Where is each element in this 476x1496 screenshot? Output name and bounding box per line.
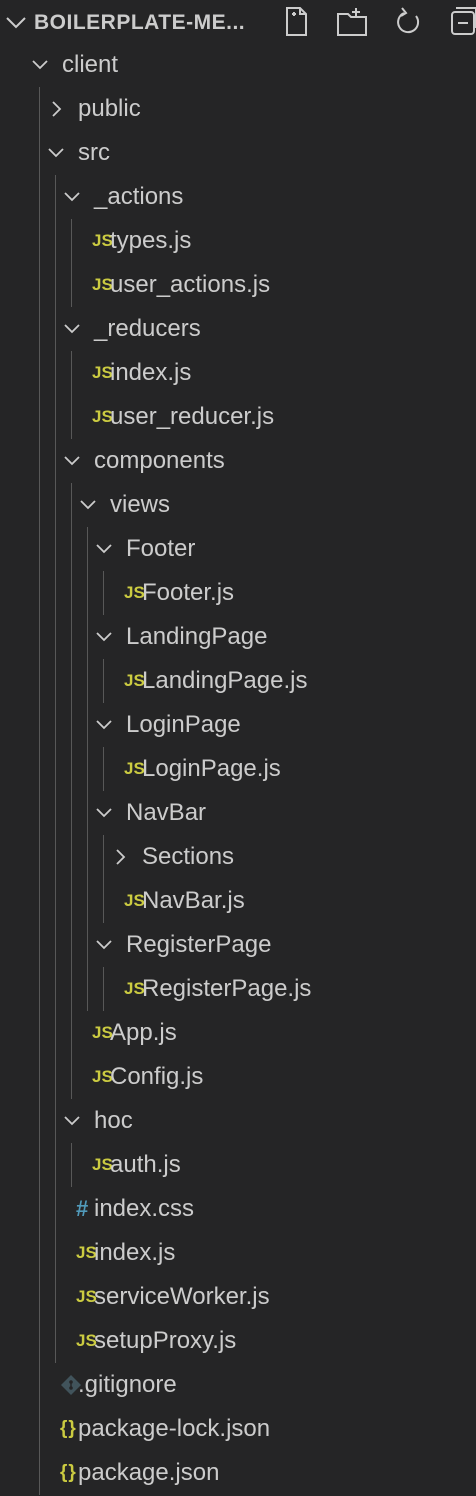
workspace-title: BOILERPLATE-ME... — [34, 11, 246, 34]
folder-public[interactable]: public — [0, 87, 476, 131]
tree-item-label: views — [110, 491, 171, 518]
tree-item-label: Config.js — [110, 1063, 204, 1090]
indent-guide — [71, 1143, 72, 1187]
indent-guide — [103, 747, 104, 791]
tree-item-label: client — [62, 51, 119, 78]
chevron-down-icon[interactable] — [94, 803, 114, 823]
chevron-down-icon[interactable] — [94, 539, 114, 559]
tree-item-label: LandingPage — [126, 623, 268, 650]
tree-item-label: RegisterPage.js — [142, 975, 312, 1002]
folder-hoc[interactable]: hoc — [0, 1099, 476, 1143]
indent-guide — [103, 659, 104, 703]
chevron-down-icon[interactable] — [4, 12, 28, 32]
chevron-down-icon[interactable] — [94, 935, 114, 955]
chevron-down-icon[interactable] — [62, 319, 82, 339]
indent-guide — [71, 219, 72, 307]
indent-guide — [71, 483, 72, 1099]
tree-item-label: RegisterPage — [126, 931, 272, 958]
tree-item-label: _actions — [94, 183, 184, 210]
chevron-right-icon[interactable] — [46, 99, 66, 119]
tree-item-label: LoginPage.js — [142, 755, 281, 782]
chevron-down-icon[interactable] — [78, 495, 98, 515]
tree-item-label: auth.js — [110, 1151, 181, 1178]
tree-item-label: components — [94, 447, 225, 474]
tree-item-label: index.js — [94, 1239, 176, 1266]
tree-item-label: LandingPage.js — [142, 667, 308, 694]
file-index-js[interactable]: JS index.js — [0, 1231, 476, 1275]
file-gitignore[interactable]: .gitignore — [0, 1363, 476, 1407]
tree-item-label: hoc — [94, 1107, 133, 1134]
collapse-all-icon[interactable] — [446, 4, 476, 40]
indent-guide — [103, 967, 104, 1011]
tree-item-label: package-lock.json — [78, 1415, 271, 1442]
tree-item-label: index.css — [94, 1195, 195, 1222]
tree-item-label: index.js — [110, 359, 192, 386]
file-package-lock-json[interactable]: {} package-lock.json — [0, 1407, 476, 1451]
chevron-down-icon[interactable] — [94, 627, 114, 647]
indent-guide — [87, 527, 88, 1011]
indent-guide — [103, 571, 104, 615]
tree-item-label: Sections — [142, 843, 235, 870]
indent-guide — [55, 175, 56, 1363]
chevron-right-icon[interactable] — [110, 847, 130, 867]
folder-components[interactable]: components — [0, 439, 476, 483]
file-serviceworker-js[interactable]: JS serviceWorker.js — [0, 1275, 476, 1319]
folder-src[interactable]: src — [0, 131, 476, 175]
indent-guide — [103, 835, 104, 923]
tree-item-label: serviceWorker.js — [94, 1283, 270, 1310]
tree-item-label: setupProxy.js — [94, 1327, 237, 1354]
chevron-down-icon[interactable] — [62, 1111, 82, 1131]
explorer-header[interactable]: BOILERPLATE-ME... — [0, 0, 476, 44]
new-file-icon[interactable] — [278, 4, 314, 40]
tree-item-label: types.js — [110, 227, 192, 254]
chevron-down-icon[interactable] — [94, 715, 114, 735]
chevron-down-icon[interactable] — [62, 187, 82, 207]
tree-item-label: user_reducer.js — [110, 403, 275, 430]
tree-item-label: App.js — [110, 1019, 177, 1046]
folder-client[interactable]: client — [0, 43, 476, 87]
refresh-icon[interactable] — [390, 4, 426, 40]
tree-item-label: .gitignore — [78, 1371, 177, 1398]
file-setupproxy-js[interactable]: JS setupProxy.js — [0, 1319, 476, 1363]
indent-guide — [71, 351, 72, 439]
tree-item-label: NavBar.js — [142, 887, 245, 914]
folder-reducers[interactable]: _reducers — [0, 307, 476, 351]
tree-item-label: src — [78, 139, 110, 166]
file-index-css[interactable]: # index.css — [0, 1187, 476, 1231]
chevron-down-icon[interactable] — [62, 451, 82, 471]
tree-item-label: package.json — [78, 1459, 220, 1486]
file-package-json[interactable]: {} package.json — [0, 1451, 476, 1495]
tree-item-label: Footer — [126, 535, 196, 562]
tree-item-label: LoginPage — [126, 711, 241, 738]
folder-actions[interactable]: _actions — [0, 175, 476, 219]
indent-guide — [39, 87, 40, 1495]
tree-item-label: user_actions.js — [110, 271, 271, 298]
tree-item-label: Footer.js — [142, 579, 235, 606]
new-folder-icon[interactable] — [334, 4, 370, 40]
chevron-down-icon[interactable] — [30, 55, 50, 75]
tree-item-label: public — [78, 95, 141, 122]
tree-item-label: _reducers — [94, 315, 201, 342]
tree-item-label: NavBar — [126, 799, 207, 826]
explorer-panel: BOILERPLATE-ME... client public src _action… — [0, 0, 476, 1496]
chevron-down-icon[interactable] — [46, 143, 66, 163]
